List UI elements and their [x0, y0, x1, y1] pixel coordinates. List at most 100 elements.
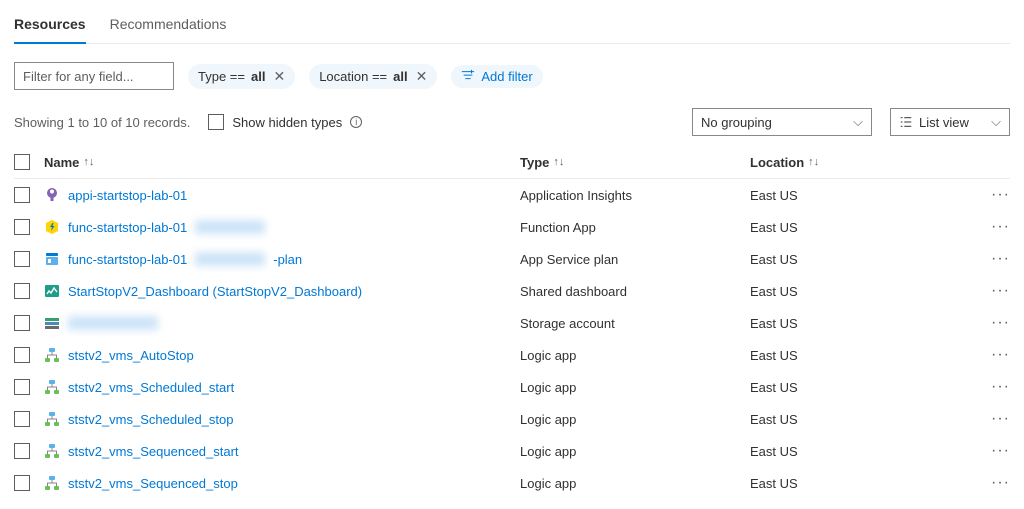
resource-name-text: func-startstop-lab-01 [68, 220, 187, 235]
row-checkbox[interactable] [14, 443, 30, 459]
filter-pill-type-clear-icon[interactable]: ✕ [273, 68, 285, 85]
add-filter-label: Add filter [481, 69, 532, 84]
table-row: ststv2_vms_Scheduled_stopLogic appEast U… [14, 403, 1010, 435]
resource-name-text: ststv2_vms_Scheduled_stop [68, 412, 233, 427]
resource-name-text: func-startstop-lab-01 [68, 252, 187, 267]
grouping-select-value: No grouping [701, 115, 772, 130]
resource-icon [44, 315, 60, 331]
add-filter-button[interactable]: Add filter [451, 65, 542, 88]
resource-type: Logic app [520, 348, 576, 363]
info-icon[interactable]: i [350, 116, 362, 128]
resource-location: East US [750, 188, 798, 203]
table-row: Storage account East US ··· [14, 307, 1010, 339]
row-actions-button[interactable]: ··· [991, 442, 1010, 459]
resource-location: East US [750, 348, 798, 363]
row-actions-button[interactable]: ··· [991, 218, 1010, 235]
column-header-name-label: Name [44, 155, 79, 170]
sort-icon: ↑↓ [808, 156, 819, 168]
show-hidden-types-checkbox[interactable] [208, 114, 224, 130]
row-checkbox[interactable] [14, 187, 30, 203]
row-actions-button[interactable]: ··· [991, 186, 1010, 203]
filter-input[interactable] [14, 62, 174, 90]
resource-icon [44, 219, 60, 235]
table-row: ststv2_vms_Sequenced_stopLogic appEast U… [14, 467, 1010, 499]
row-checkbox[interactable] [14, 251, 30, 267]
column-header-name[interactable]: Name ↑↓ [44, 155, 520, 170]
resource-icon [44, 411, 60, 427]
resource-link[interactable]: func-startstop-lab-01-plan [44, 251, 302, 267]
resource-link[interactable]: func-startstop-lab-01 [44, 219, 265, 235]
view-select[interactable]: List view ⌵ [890, 108, 1010, 136]
table-row: func-startstop-lab-01-plan App Service pl… [14, 243, 1010, 275]
resource-link[interactable] [44, 315, 158, 331]
column-header-type-label: Type [520, 155, 549, 170]
resource-type: Storage account [520, 316, 615, 331]
column-header-type[interactable]: Type ↑↓ [520, 155, 750, 170]
resource-type: Shared dashboard [520, 284, 627, 299]
resource-location: East US [750, 316, 798, 331]
tab-bar: Resources Recommendations [14, 10, 1010, 44]
resource-link[interactable]: ststv2_vms_Sequenced_stop [44, 475, 238, 491]
resource-link[interactable]: ststv2_vms_AutoStop [44, 347, 194, 363]
resource-location: East US [750, 284, 798, 299]
list-view-icon [899, 115, 913, 129]
filter-add-icon [461, 69, 475, 83]
show-hidden-types-label: Show hidden types [232, 115, 342, 130]
filter-pill-type-value: all [251, 69, 265, 84]
resource-type: Logic app [520, 444, 576, 459]
redacted-fragment [195, 252, 265, 266]
column-header-location-label: Location [750, 155, 804, 170]
column-header-location[interactable]: Location ↑↓ [750, 155, 980, 170]
resource-link[interactable]: ststv2_vms_Sequenced_start [44, 443, 239, 459]
filter-pill-type[interactable]: Type == all ✕ [188, 64, 295, 89]
sort-icon: ↑↓ [83, 156, 94, 168]
row-actions-button[interactable]: ··· [991, 378, 1010, 395]
resource-link[interactable]: ststv2_vms_Scheduled_stop [44, 411, 233, 427]
filter-pill-location-label: Location == [319, 69, 387, 84]
resource-type: Function App [520, 220, 596, 235]
resource-name-text: ststv2_vms_Scheduled_start [68, 380, 234, 395]
row-checkbox[interactable] [14, 347, 30, 363]
table-row: appi-startstop-lab-01 Application Insight… [14, 179, 1010, 211]
row-actions-button[interactable]: ··· [991, 314, 1010, 331]
resource-name-text: ststv2_vms_Sequenced_start [68, 444, 239, 459]
row-checkbox[interactable] [14, 219, 30, 235]
resource-type: Logic app [520, 380, 576, 395]
toolbar: Type == all ✕ Location == all ✕ Add filt… [14, 62, 1010, 90]
row-checkbox[interactable] [14, 283, 30, 299]
row-actions-button[interactable]: ··· [991, 410, 1010, 427]
meta-row: Showing 1 to 10 of 10 records. Show hidd… [14, 108, 1010, 136]
table-row: ststv2_vms_Scheduled_startLogic appEast … [14, 371, 1010, 403]
row-actions-button[interactable]: ··· [991, 282, 1010, 299]
resource-name-text: appi-startstop-lab-01 [68, 188, 187, 203]
resource-type: App Service plan [520, 252, 618, 267]
view-select-value: List view [919, 115, 969, 130]
resource-name-text: StartStopV2_Dashboard (StartStopV2_Dashb… [68, 284, 362, 299]
row-actions-button[interactable]: ··· [991, 250, 1010, 267]
resource-type: Application Insights [520, 188, 632, 203]
show-hidden-types[interactable]: Show hidden types i [208, 114, 362, 130]
row-checkbox[interactable] [14, 475, 30, 491]
filter-pill-type-label: Type == [198, 69, 245, 84]
row-checkbox[interactable] [14, 315, 30, 331]
table-row: StartStopV2_Dashboard (StartStopV2_Dashb… [14, 275, 1010, 307]
grouping-select[interactable]: No grouping ⌵ [692, 108, 872, 136]
resource-link[interactable]: StartStopV2_Dashboard (StartStopV2_Dashb… [44, 283, 362, 299]
sort-icon: ↑↓ [553, 156, 564, 168]
resource-link[interactable]: appi-startstop-lab-01 [44, 187, 187, 203]
resource-type: Logic app [520, 412, 576, 427]
row-actions-button[interactable]: ··· [991, 346, 1010, 363]
table-row: func-startstop-lab-01Function AppEast US… [14, 211, 1010, 243]
tab-recommendations[interactable]: Recommendations [110, 10, 227, 43]
resource-icon [44, 251, 60, 267]
row-checkbox[interactable] [14, 411, 30, 427]
chevron-down-icon: ⌵ [853, 114, 863, 130]
select-all-checkbox[interactable] [14, 154, 30, 170]
resource-link[interactable]: ststv2_vms_Scheduled_start [44, 379, 234, 395]
row-actions-button[interactable]: ··· [991, 474, 1010, 491]
row-checkbox[interactable] [14, 379, 30, 395]
tab-resources[interactable]: Resources [14, 10, 86, 44]
filter-pill-location-clear-icon[interactable]: ✕ [416, 68, 428, 85]
chevron-down-icon: ⌵ [991, 114, 1001, 130]
filter-pill-location[interactable]: Location == all ✕ [309, 64, 437, 89]
